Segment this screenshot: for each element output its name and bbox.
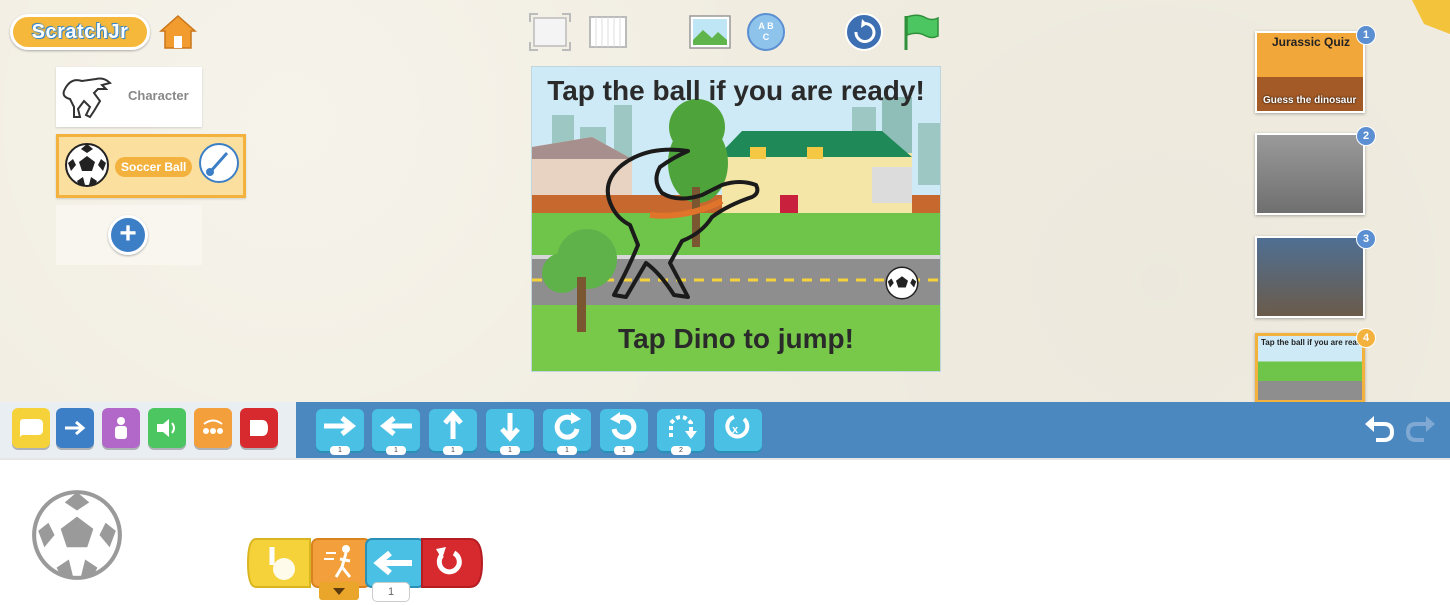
block-turn-left-amount[interactable]: 1 <box>614 446 634 455</box>
sprite-label-character: Character <box>128 88 189 103</box>
svg-text:x: x <box>732 424 739 436</box>
block-turn-right-amount[interactable]: 1 <box>557 446 577 455</box>
soccer-ball-thumbnail <box>65 143 109 187</box>
sprite-card-soccer-ball[interactable]: Soccer Ball <box>56 134 246 198</box>
repeat-forever-block[interactable] <box>420 535 484 591</box>
page-thumbnail-3[interactable] <box>1255 236 1365 318</box>
block-move-left-amount[interactable]: 1 <box>386 446 406 455</box>
block-turn-left[interactable]: 1 <box>600 409 648 455</box>
green-flag-button[interactable] <box>898 12 942 52</box>
category-looks[interactable] <box>102 408 140 448</box>
redo-icon[interactable] <box>1404 412 1438 446</box>
background-image-icon <box>689 15 731 49</box>
soccer-ball-sprite[interactable] <box>884 265 920 301</box>
page-1-title: Jurassic Quiz <box>1272 35 1351 49</box>
green-flag-icon <box>904 14 939 50</box>
block-move-down-amount[interactable]: 1 <box>500 446 520 455</box>
start-on-tap-block[interactable] <box>246 535 316 591</box>
grid-icon <box>589 16 627 48</box>
trigger-category-icon <box>20 419 43 437</box>
add-sprite-button[interactable]: + <box>108 215 148 255</box>
svg-text:A B: A B <box>758 21 774 31</box>
grid-toggle-button[interactable] <box>586 12 630 52</box>
block-move-up-amount[interactable]: 1 <box>443 446 463 455</box>
block-hop[interactable]: 2 <box>657 409 705 455</box>
add-sprite-card: + <box>56 205 202 265</box>
scratchjr-logo: ScratchJr <box>10 14 150 50</box>
move-down-icon <box>500 413 520 442</box>
block-move-right[interactable]: 1 <box>316 409 364 455</box>
page-corner-fold-icon[interactable] <box>1412 0 1450 34</box>
chevron-down-icon <box>333 588 345 595</box>
block-move-up[interactable]: 1 <box>429 409 477 455</box>
turn-right-icon <box>554 412 581 440</box>
stage-text-top[interactable]: Tap the ball if you are ready! <box>532 75 940 107</box>
presentation-mode-button[interactable] <box>528 12 572 52</box>
category-sound[interactable] <box>148 408 186 448</box>
page-number-3: 3 <box>1356 229 1376 249</box>
sprite-label-soccer-ball: Soccer Ball <box>115 157 193 177</box>
arrow-right-icon <box>65 420 86 436</box>
page-number-4: 4 <box>1356 328 1376 348</box>
turn-left-icon <box>610 412 637 440</box>
scripting-area[interactable] <box>0 458 1450 605</box>
dino-character-sprite[interactable] <box>590 145 765 305</box>
category-control[interactable] <box>194 408 232 448</box>
text-abc-icon: A B C <box>747 13 785 51</box>
sprite-card-character[interactable]: Character <box>56 67 202 127</box>
move-up-icon <box>443 410 463 439</box>
page-4-caption: Tap the ball if you are ready! <box>1261 338 1365 347</box>
message-dropdown[interactable] <box>319 582 359 600</box>
block-move-left[interactable]: 1 <box>372 409 420 455</box>
move-left-icon <box>379 416 412 436</box>
page-number-1: 1 <box>1356 25 1376 45</box>
end-category-icon <box>250 420 268 436</box>
speaker-icon <box>157 419 175 437</box>
move-amount-field[interactable]: 1 <box>372 582 410 602</box>
person-icon <box>115 417 127 439</box>
move-right-icon <box>324 416 357 436</box>
hop-icon <box>669 415 697 439</box>
page-thumbnail-2[interactable] <box>1255 133 1365 215</box>
category-end[interactable] <box>240 408 278 448</box>
reset-icon <box>845 13 883 51</box>
add-text-button[interactable]: A B C <box>744 12 788 52</box>
home-button[interactable] <box>158 12 198 52</box>
dino-character-thumbnail <box>62 77 112 119</box>
block-hop-amount[interactable]: 2 <box>671 446 691 455</box>
selected-sprite-watermark <box>32 490 122 580</box>
page-number-2: 2 <box>1356 126 1376 146</box>
control-dots-icon <box>203 419 223 434</box>
block-move-right-amount[interactable]: 1 <box>330 446 350 455</box>
category-triggering[interactable] <box>12 408 50 448</box>
block-turn-right[interactable]: 1 <box>543 409 591 455</box>
reset-characters-button[interactable] <box>842 12 886 52</box>
fullscreen-icon <box>529 13 571 51</box>
category-motion[interactable] <box>56 408 94 448</box>
go-home-icon: x <box>725 415 750 439</box>
block-move-down[interactable]: 1 <box>486 409 534 455</box>
change-background-button[interactable] <box>688 12 732 52</box>
page-thumbnail-1[interactable]: Jurassic Quiz Guess the dinosaur <box>1255 31 1365 113</box>
stage-text-bottom[interactable]: Tap Dino to jump! <box>532 323 940 355</box>
undo-icon[interactable] <box>1362 412 1396 446</box>
paintbrush-icon <box>206 152 229 176</box>
stage[interactable]: Tap the ball if you are ready! Tap Dino … <box>531 66 941 372</box>
page-1-caption: Guess the dinosaur <box>1263 95 1357 106</box>
page-thumbnail-4[interactable]: Tap the ball if you are ready! <box>1255 333 1365 403</box>
svg-text:C: C <box>763 32 770 42</box>
edit-sprite-button[interactable] <box>199 143 239 183</box>
block-go-home[interactable]: x <box>714 409 762 451</box>
home-icon <box>159 14 197 49</box>
